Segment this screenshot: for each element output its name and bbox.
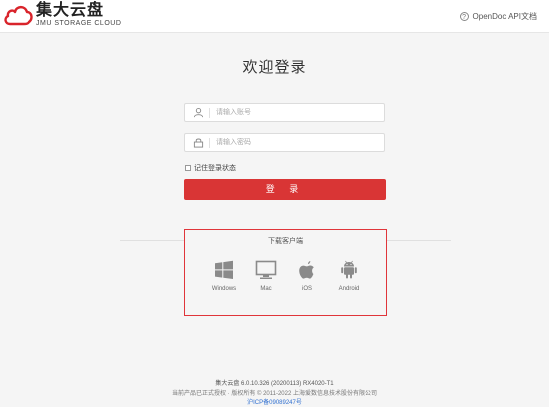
login-page: 集大云盘 JMU STORAGE CLOUD ? OpenDoc API文档 欢… bbox=[0, 0, 549, 407]
download-ios[interactable]: iOS bbox=[287, 260, 327, 300]
lock-icon bbox=[193, 138, 204, 148]
question-circle-icon: ? bbox=[459, 11, 469, 21]
login-button[interactable]: 登 录 bbox=[184, 179, 386, 200]
icp-link[interactable]: 沪ICP备09089247号 bbox=[0, 397, 549, 406]
username-field bbox=[184, 103, 385, 122]
download-title: 下载客户端 bbox=[268, 238, 303, 245]
platform-label: iOS bbox=[301, 286, 312, 292]
windows-icon bbox=[215, 260, 233, 279]
download-mac[interactable]: Mac bbox=[246, 260, 286, 300]
logo: 集大云盘 JMU STORAGE CLOUD bbox=[3, 2, 123, 30]
download-android[interactable]: Android bbox=[329, 260, 369, 300]
top-bar: 集大云盘 JMU STORAGE CLOUD ? OpenDoc API文档 bbox=[0, 0, 549, 33]
password-field bbox=[184, 133, 385, 152]
platform-label: Android bbox=[338, 286, 360, 292]
field-divider bbox=[209, 138, 210, 148]
cloud-logo-icon bbox=[4, 5, 33, 26]
android-icon bbox=[341, 260, 357, 279]
logo-title: 集大云盘 bbox=[36, 2, 105, 19]
remember-me[interactable]: 记住登录状态 bbox=[185, 163, 236, 173]
copyright-text: 当前产品已正式授权 · 版权所有 © 2011-2022 上海爱数信息技术股份有… bbox=[171, 391, 377, 397]
field-divider bbox=[209, 108, 210, 118]
divider-right bbox=[387, 240, 451, 241]
api-doc-label: OpenDoc API文档 bbox=[472, 11, 537, 21]
password-input[interactable] bbox=[216, 134, 381, 151]
username-input[interactable] bbox=[216, 104, 381, 121]
download-windows[interactable]: Windows bbox=[204, 260, 244, 300]
remember-checkbox[interactable] bbox=[185, 165, 191, 171]
apple-icon bbox=[299, 261, 314, 279]
api-doc-link[interactable]: ? OpenDoc API文档 bbox=[459, 10, 537, 22]
download-client-section: 下载客户端 Windows Mac iOS Android bbox=[184, 229, 387, 316]
divider-left bbox=[120, 240, 184, 241]
platform-label: Windows bbox=[211, 286, 237, 292]
page-title: 欢迎登录 bbox=[242, 59, 307, 76]
platform-label: Mac bbox=[260, 286, 272, 292]
user-icon bbox=[193, 108, 204, 118]
mac-monitor-icon bbox=[255, 260, 277, 279]
remember-label: 记住登录状态 bbox=[194, 165, 236, 172]
logo-subtitle: JMU STORAGE CLOUD bbox=[36, 20, 122, 27]
version-info: 集大云盘 6.0.10.326 (20200113) RX4020-T1 bbox=[215, 381, 334, 387]
